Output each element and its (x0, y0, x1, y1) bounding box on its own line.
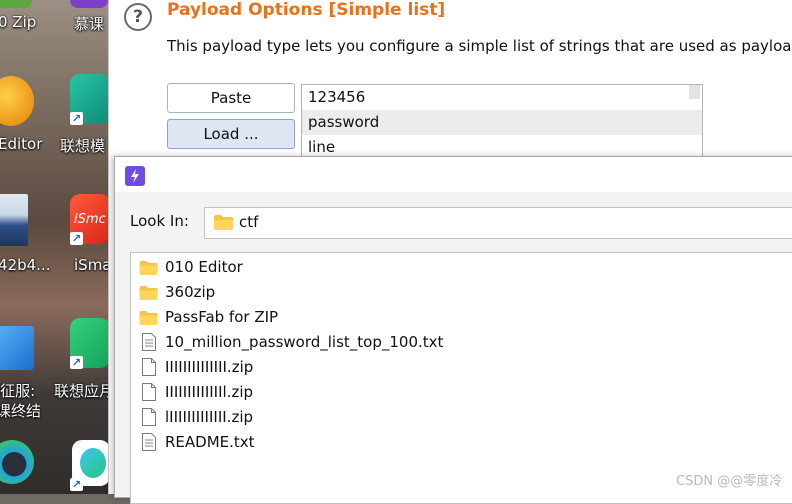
file-name: lIIIIIIIIIIIII.zip (165, 408, 254, 426)
zip-app-icon[interactable] (0, 0, 32, 8)
folder-icon (139, 311, 158, 325)
desktop-label-ending[interactable]: 课终结 (0, 400, 41, 421)
payload-list[interactable]: 123456 password line (301, 84, 703, 160)
file-chooser-dialog: Look In: ctf 010 Editor 360zip PassFab f… (114, 156, 792, 504)
shortcut-arrow-icon: ↗ (70, 232, 83, 245)
file-name: PassFab for ZIP (165, 308, 279, 326)
word-document-icon[interactable] (0, 326, 34, 370)
editor-app-icon[interactable] (0, 76, 34, 126)
list-item[interactable]: 123456 (302, 85, 702, 110)
section-title: Payload Options [Simple list] (167, 0, 446, 20)
play-icon (80, 448, 106, 478)
file-name: 360zip (165, 283, 216, 301)
text-file-icon (142, 433, 156, 451)
blank-file-icon (142, 408, 156, 426)
list-item[interactable]: password (302, 110, 702, 135)
folder-icon (139, 286, 158, 300)
blank-file-icon (142, 383, 156, 401)
paste-button[interactable]: Paste (167, 83, 295, 113)
desktop-label-lenovo-model[interactable]: 联想模 (60, 135, 105, 156)
desktop-label-ismart[interactable]: iSma (74, 256, 108, 274)
photo-file-icon[interactable] (0, 194, 28, 246)
help-icon[interactable]: ? (124, 3, 152, 31)
watermark: CSDN @@零度冷 (676, 474, 783, 489)
blank-file-icon (142, 358, 156, 376)
shortcut-arrow-icon: ↗ (70, 478, 83, 491)
desktop-label-zip[interactable]: 0 Zip (0, 13, 36, 31)
file-name: 010 Editor (165, 258, 243, 276)
shortcut-arrow-icon: ↗ (70, 356, 83, 369)
file-name: README.txt (165, 433, 255, 451)
file-name: 10_million_password_list_top_100.txt (165, 333, 444, 351)
load-button[interactable]: Load ... (167, 119, 295, 149)
file-list[interactable]: 010 Editor 360zip PassFab for ZIP 10_mil… (130, 252, 792, 504)
edge-browser-icon[interactable] (0, 440, 34, 484)
desktop-background: 0 Zip 慕课 Editor ↗ 联想模 42b4... iSmc ↗ iSm… (0, 0, 108, 494)
shortcut-arrow-icon: ↗ (70, 112, 83, 125)
desktop-label-lenovo-apps[interactable]: 联想应月 (54, 380, 108, 401)
scrollbar-thumb[interactable] (689, 85, 700, 99)
ismart-logo-text: iSmc (74, 212, 106, 227)
dialog-titlebar[interactable] (115, 157, 792, 192)
section-description: This payload type lets you configure a s… (167, 37, 792, 55)
desktop-label-editor[interactable]: Editor (0, 135, 42, 153)
mooc-app-icon[interactable] (70, 0, 108, 8)
desktop-label-photo[interactable]: 42b4... (0, 256, 50, 274)
burp-logo-icon (125, 166, 145, 186)
desktop-label-mooc[interactable]: 慕课 (74, 13, 104, 34)
look-in-dropdown[interactable]: ctf (204, 207, 792, 239)
folder-icon (139, 261, 158, 275)
desktop-label-conquer[interactable]: i征服: (0, 380, 35, 401)
look-in-label: Look In: (130, 212, 189, 230)
file-name: IIIIIIIIIIIIIl.zip (165, 383, 254, 401)
folder-icon (214, 215, 233, 230)
text-file-icon (142, 333, 156, 351)
look-in-value: ctf (239, 213, 259, 231)
file-name: IIIIIIIIIIIIII.zip (165, 358, 254, 376)
